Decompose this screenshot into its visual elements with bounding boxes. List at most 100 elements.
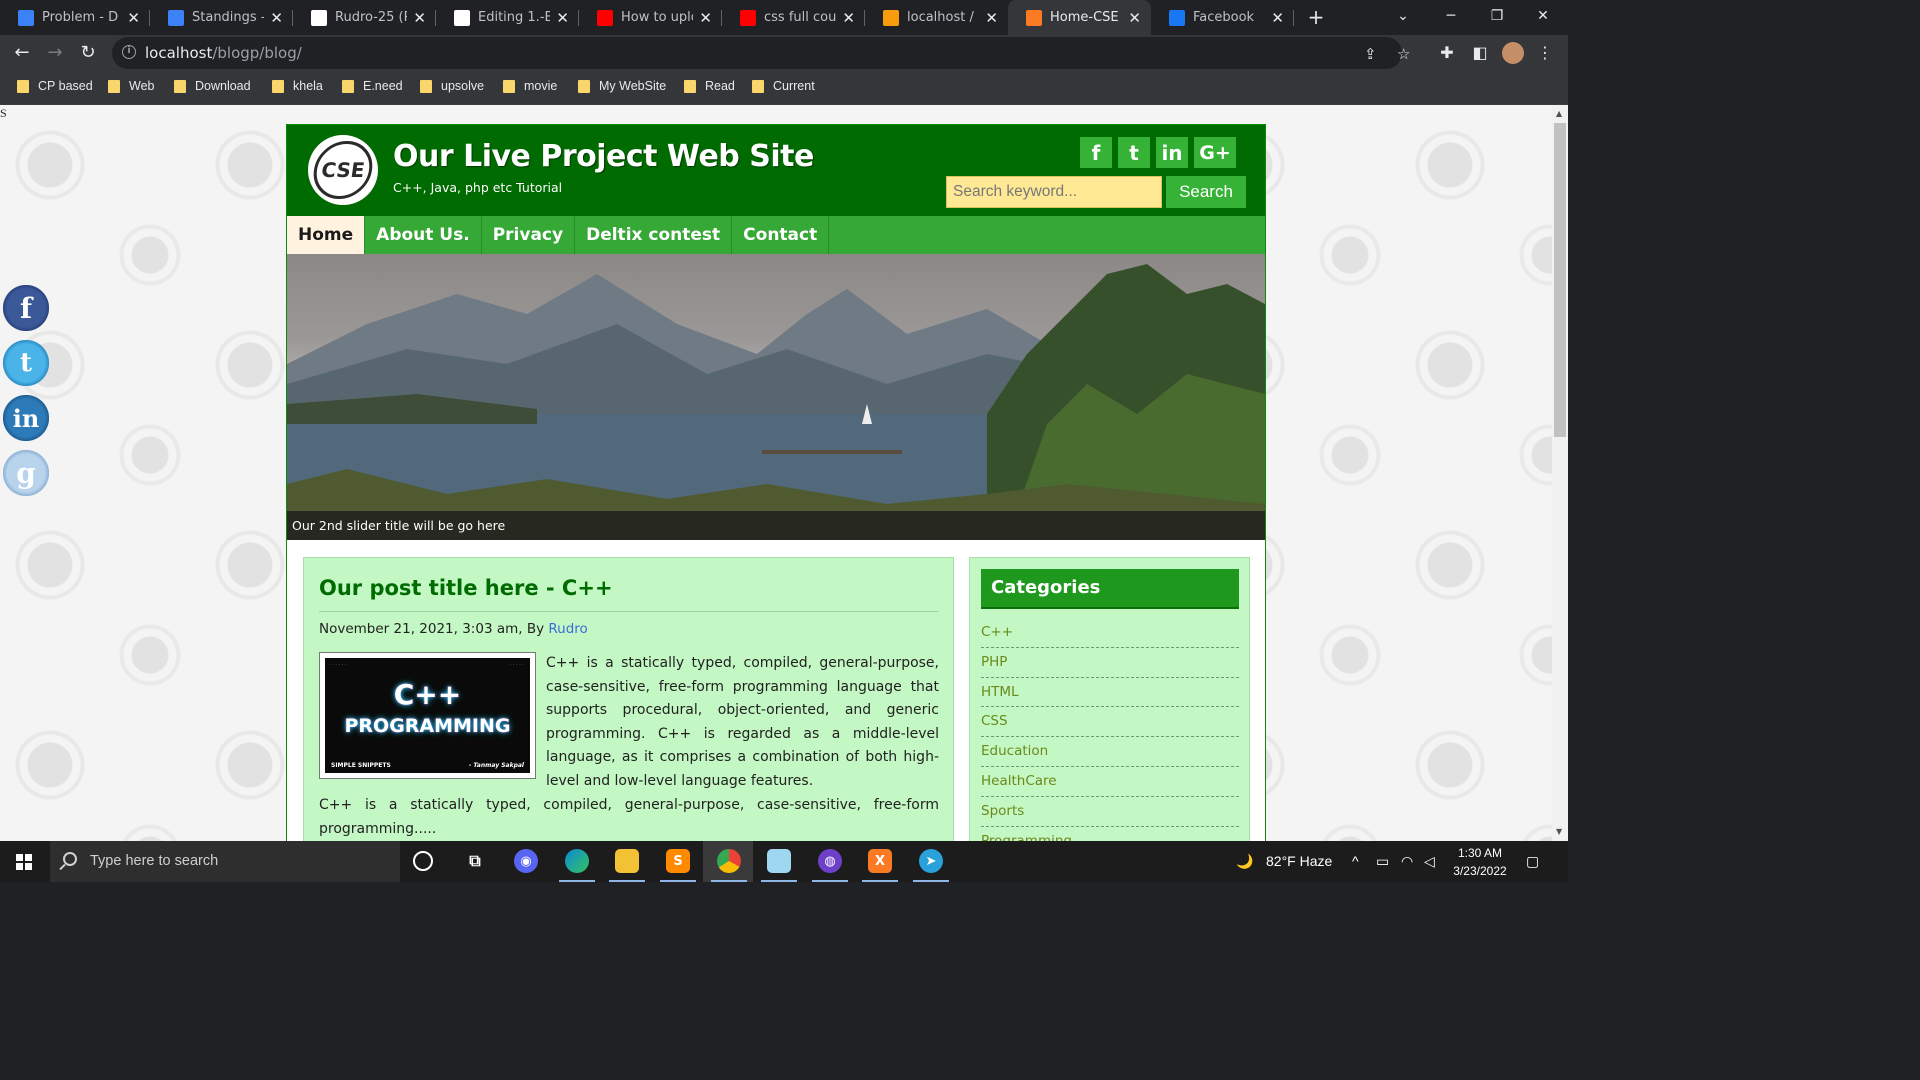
close-tab-icon[interactable]: ✕	[1128, 9, 1141, 27]
bookmark-folder[interactable]: Current	[752, 79, 815, 93]
facebook-icon[interactable]: f	[3, 285, 49, 331]
xampp-icon[interactable]: X	[862, 849, 898, 882]
bookmark-folder[interactable]: E.need	[342, 79, 403, 93]
page-scrollbar[interactable]: ▲ ▼	[1552, 105, 1568, 841]
windows-start-icon[interactable]	[16, 854, 32, 870]
menu-item-contact[interactable]: Contact	[732, 216, 830, 254]
post-author-link[interactable]: Rudro	[548, 621, 587, 637]
address-bar[interactable]: i localhost/blogp/blog/ ⇪ ☆	[112, 37, 1410, 69]
menu-item-about[interactable]: About Us.	[365, 216, 482, 254]
notepad-icon[interactable]	[761, 849, 797, 882]
bookmark-folder[interactable]: khela	[272, 79, 323, 93]
bookmark-folder[interactable]: upsolve	[420, 79, 484, 93]
github-desktop-icon[interactable]: ◍	[812, 849, 848, 882]
file-explorer-icon[interactable]	[609, 849, 645, 882]
extensions-icon[interactable]: ✚	[1435, 41, 1459, 65]
codeforces-icon	[18, 9, 34, 26]
browser-tab[interactable]: css full course ✕	[722, 0, 865, 35]
weather-icon[interactable]: 🌙	[1236, 853, 1253, 870]
close-tab-icon[interactable]: ✕	[699, 9, 712, 27]
post-title[interactable]: Our post title here - C++	[319, 576, 613, 600]
bookmark-folder[interactable]: Download	[174, 79, 251, 93]
restore-icon[interactable]: ❐	[1474, 0, 1520, 32]
tab-search-icon[interactable]: ⌄	[1380, 0, 1426, 32]
category-link[interactable]: Education	[981, 737, 1239, 767]
taskbar-search[interactable]: Type here to search	[50, 841, 400, 882]
browser-tab[interactable]: Home-CSE 5th ✕	[1008, 0, 1151, 35]
bookmark-folder[interactable]: Read	[684, 79, 735, 93]
site-info-icon[interactable]: i	[122, 45, 136, 59]
twitter-icon[interactable]: t	[1118, 137, 1150, 168]
menu-item-deltix-contest[interactable]: Deltix contest	[575, 216, 733, 254]
facebook-icon[interactable]: f	[1080, 137, 1112, 168]
kebab-menu-icon[interactable]: ⋮	[1533, 41, 1557, 65]
post-thumbnail[interactable]: · · · · · · · · · · · C++ PROGRAMMING SI…	[319, 652, 536, 779]
edge-icon[interactable]	[559, 849, 595, 882]
close-tab-icon[interactable]: ✕	[556, 9, 569, 27]
close-tab-icon[interactable]: ✕	[1271, 9, 1284, 27]
share-icon[interactable]: ⇪	[1364, 45, 1377, 63]
menu-item-home[interactable]: Home	[287, 216, 366, 254]
url-text[interactable]: localhost/blogp/blog/	[145, 44, 302, 62]
wifi-icon[interactable]: ◠	[1401, 853, 1413, 870]
back-icon[interactable]: ←	[10, 41, 34, 65]
categories-heading: Categories	[981, 569, 1239, 609]
sublime-text-icon[interactable]: S	[660, 849, 696, 882]
category-link[interactable]: CSS	[981, 707, 1239, 738]
search-input[interactable]	[946, 176, 1162, 208]
scroll-up-icon[interactable]: ▲	[1556, 109, 1562, 118]
menu-item-privacy[interactable]: Privacy	[482, 216, 576, 254]
close-tab-icon[interactable]: ✕	[842, 9, 855, 27]
discord-icon[interactable]: ◉	[514, 849, 538, 873]
system-clock[interactable]: 1:30 AM 3/23/2022	[1448, 844, 1512, 880]
browser-tab[interactable]: Standings - Ed ✕	[150, 0, 293, 35]
close-window-icon[interactable]: ✕	[1520, 0, 1566, 32]
bookmark-folder[interactable]: Web	[108, 79, 154, 93]
new-tab-button[interactable]: +	[1304, 5, 1328, 29]
category-link[interactable]: C++	[981, 618, 1239, 648]
minimize-icon[interactable]: ─	[1428, 0, 1474, 32]
bookmark-star-icon[interactable]: ☆	[1397, 45, 1410, 63]
browser-tab[interactable]: Rudro-25 (Rud ✕	[293, 0, 436, 35]
bookmark-folder[interactable]: movie	[503, 79, 557, 93]
browser-tab[interactable]: Problem - D - ✕	[0, 0, 150, 35]
side-panel-icon[interactable]: ◧	[1468, 41, 1492, 65]
scroll-thumb[interactable]	[1554, 123, 1566, 437]
category-link[interactable]: HTML	[981, 678, 1239, 708]
profile-avatar[interactable]	[1502, 42, 1524, 64]
twitter-icon[interactable]: t	[3, 340, 49, 386]
site-logo[interactable]: CSE	[308, 135, 378, 205]
battery-icon[interactable]: ▭	[1376, 853, 1389, 870]
browser-tab[interactable]: localhost / 12 ✕	[865, 0, 1008, 35]
bookmark-folder[interactable]: My WebSite	[578, 79, 666, 93]
google-plus-icon[interactable]: G+	[1194, 137, 1236, 168]
browser-tab[interactable]: Editing 1.-Emp ✕	[436, 0, 579, 35]
chrome-icon[interactable]	[711, 849, 747, 882]
category-link[interactable]: PHP	[981, 648, 1239, 678]
browser-tab[interactable]: Facebook ✕	[1151, 0, 1294, 35]
category-link[interactable]: Sports	[981, 797, 1239, 827]
forward-icon[interactable]: →	[43, 41, 67, 65]
scroll-down-icon[interactable]: ▼	[1556, 827, 1562, 836]
close-tab-icon[interactable]: ✕	[413, 9, 426, 27]
tray-chevron-icon[interactable]: ^	[1352, 853, 1359, 869]
volume-icon[interactable]: ◁	[1424, 853, 1435, 870]
search-button[interactable]: Search	[1166, 176, 1246, 208]
linkedin-icon[interactable]: in	[1156, 137, 1188, 168]
telegram-icon[interactable]: ➤	[913, 849, 949, 882]
browser-tab[interactable]: How to upload ✕	[579, 0, 722, 35]
google-plus-icon[interactable]: g	[3, 450, 49, 496]
close-tab-icon[interactable]: ✕	[127, 9, 140, 27]
notifications-icon[interactable]: ▢	[1526, 853, 1539, 870]
reload-icon[interactable]: ↻	[76, 41, 100, 65]
close-tab-icon[interactable]: ✕	[985, 9, 998, 27]
cortana-icon[interactable]	[413, 851, 433, 871]
category-link[interactable]: HealthCare	[981, 767, 1239, 797]
image-slider[interactable]: Our 2nd slider title will be go here	[287, 254, 1265, 540]
weather-text[interactable]: 82°F Haze	[1266, 853, 1332, 869]
task-view-icon[interactable]: ⧉	[463, 849, 487, 873]
linkedin-icon[interactable]: in	[3, 395, 49, 441]
category-link[interactable]: Programming	[981, 827, 1239, 841]
bookmark-folder[interactable]: CP based	[17, 79, 93, 93]
close-tab-icon[interactable]: ✕	[270, 9, 283, 27]
